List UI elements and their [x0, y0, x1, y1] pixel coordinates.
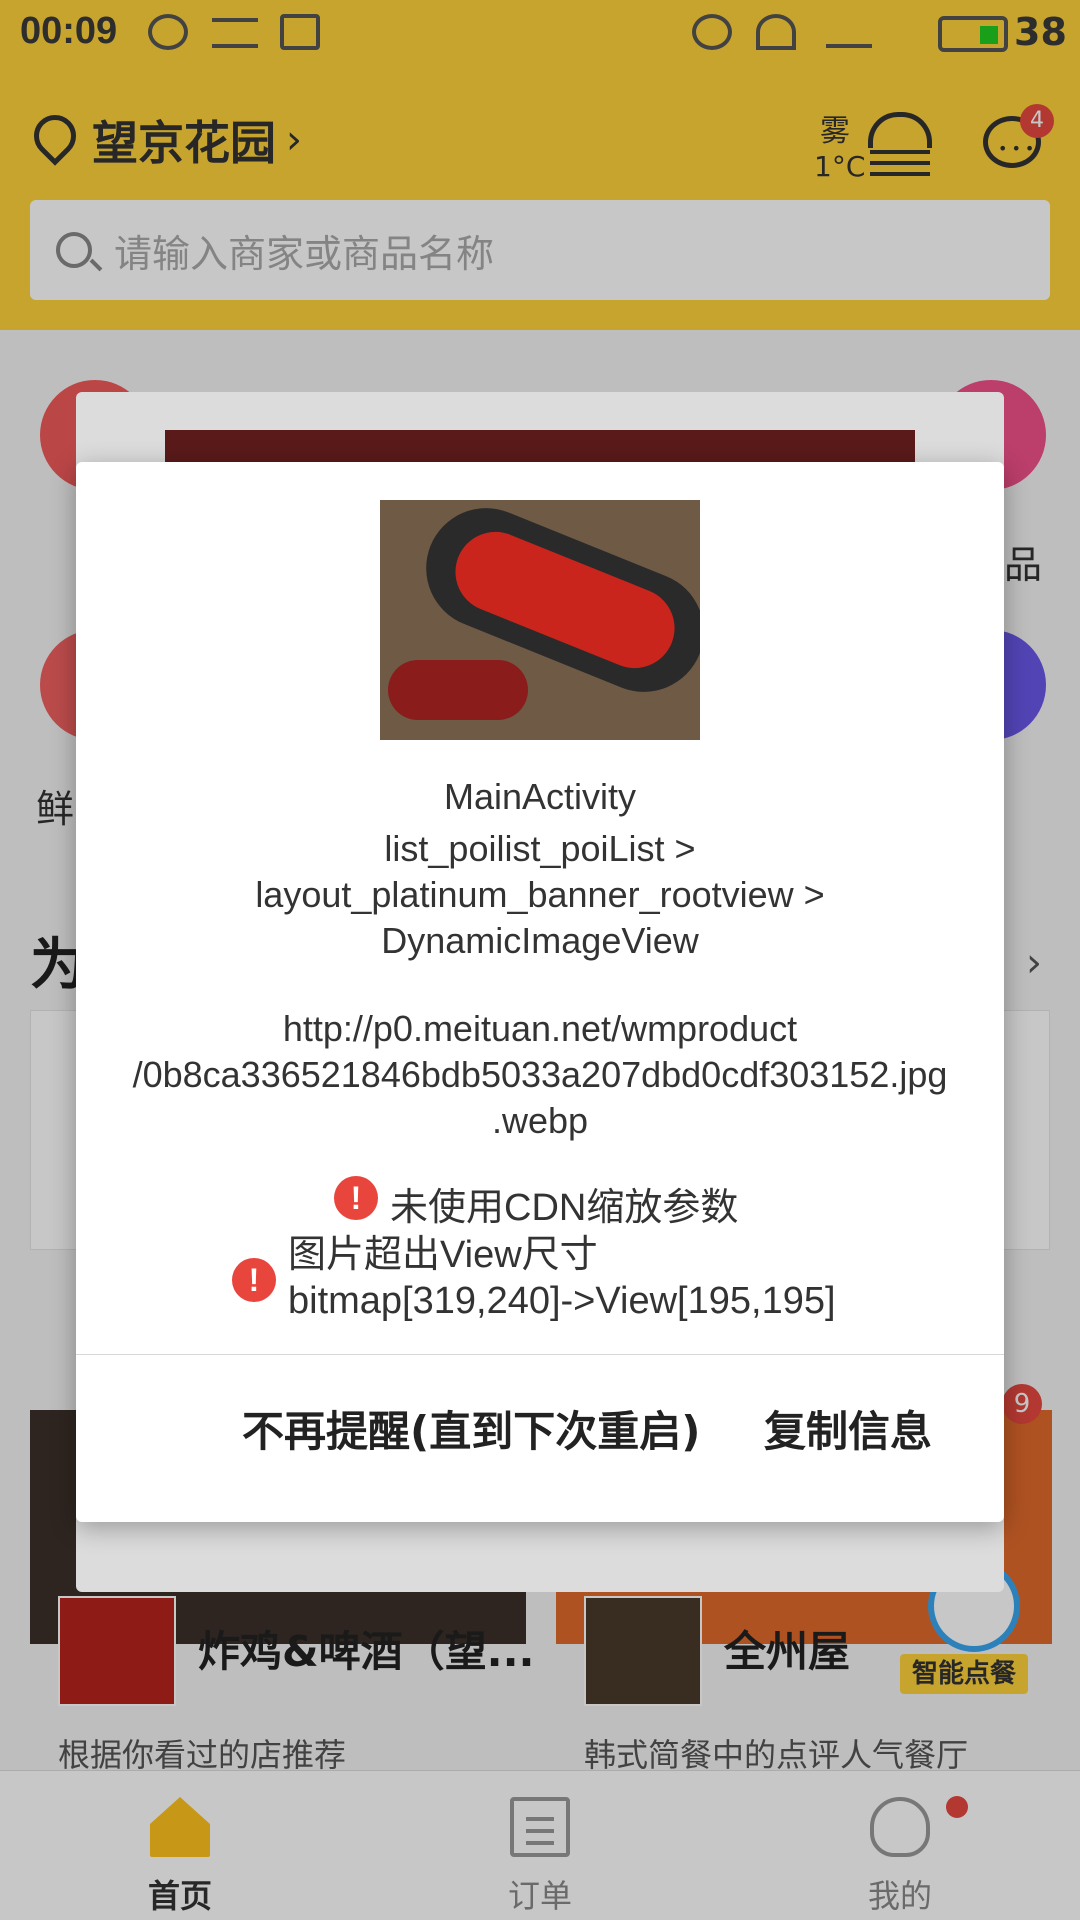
dialog-divider: [76, 1354, 1004, 1355]
dismiss-until-restart-button[interactable]: 不再提醒(直到下次重启): [242, 1392, 700, 1472]
warning-text: 图片超出View尺寸: [288, 1234, 598, 1276]
view-path: list_poilist_poiList > layout_platinum_b…: [76, 826, 1004, 964]
warning-icon: !: [232, 1258, 276, 1302]
view-path-line: DynamicImageView: [381, 920, 699, 961]
warning-text: bitmap[319,240]->View[195,195]: [288, 1280, 836, 1322]
warning-cdn: ! 未使用CDN缩放参数: [334, 1176, 738, 1231]
activity-name: MainActivity: [443, 776, 637, 817]
image-url: http://p0.meituan.net/wmproduct /0b8ca33…: [76, 1006, 1004, 1144]
copy-info-button[interactable]: 复制信息: [764, 1392, 932, 1472]
warning-text: 未使用CDN缩放参数: [390, 1187, 739, 1229]
image-url-line: http://p0.meituan.net/wmproduct: [282, 1008, 798, 1049]
warning-oversize: ! 图片超出View尺寸 bitmap[319,240]->View[195,1…: [232, 1232, 836, 1324]
crawfish-thumbnail: [380, 500, 700, 740]
image-url-line: .webp: [491, 1100, 589, 1141]
warning-icon: !: [334, 1176, 378, 1220]
view-path-line: layout_platinum_banner_rootview >: [255, 874, 825, 915]
image-check-dialog: MainActivity list_poilist_poiList > layo…: [76, 462, 1004, 1522]
image-url-line: /0b8ca336521846bdb5033a207dbd0cdf303152.…: [132, 1054, 948, 1095]
view-path-line: list_poilist_poiList >: [384, 828, 696, 869]
